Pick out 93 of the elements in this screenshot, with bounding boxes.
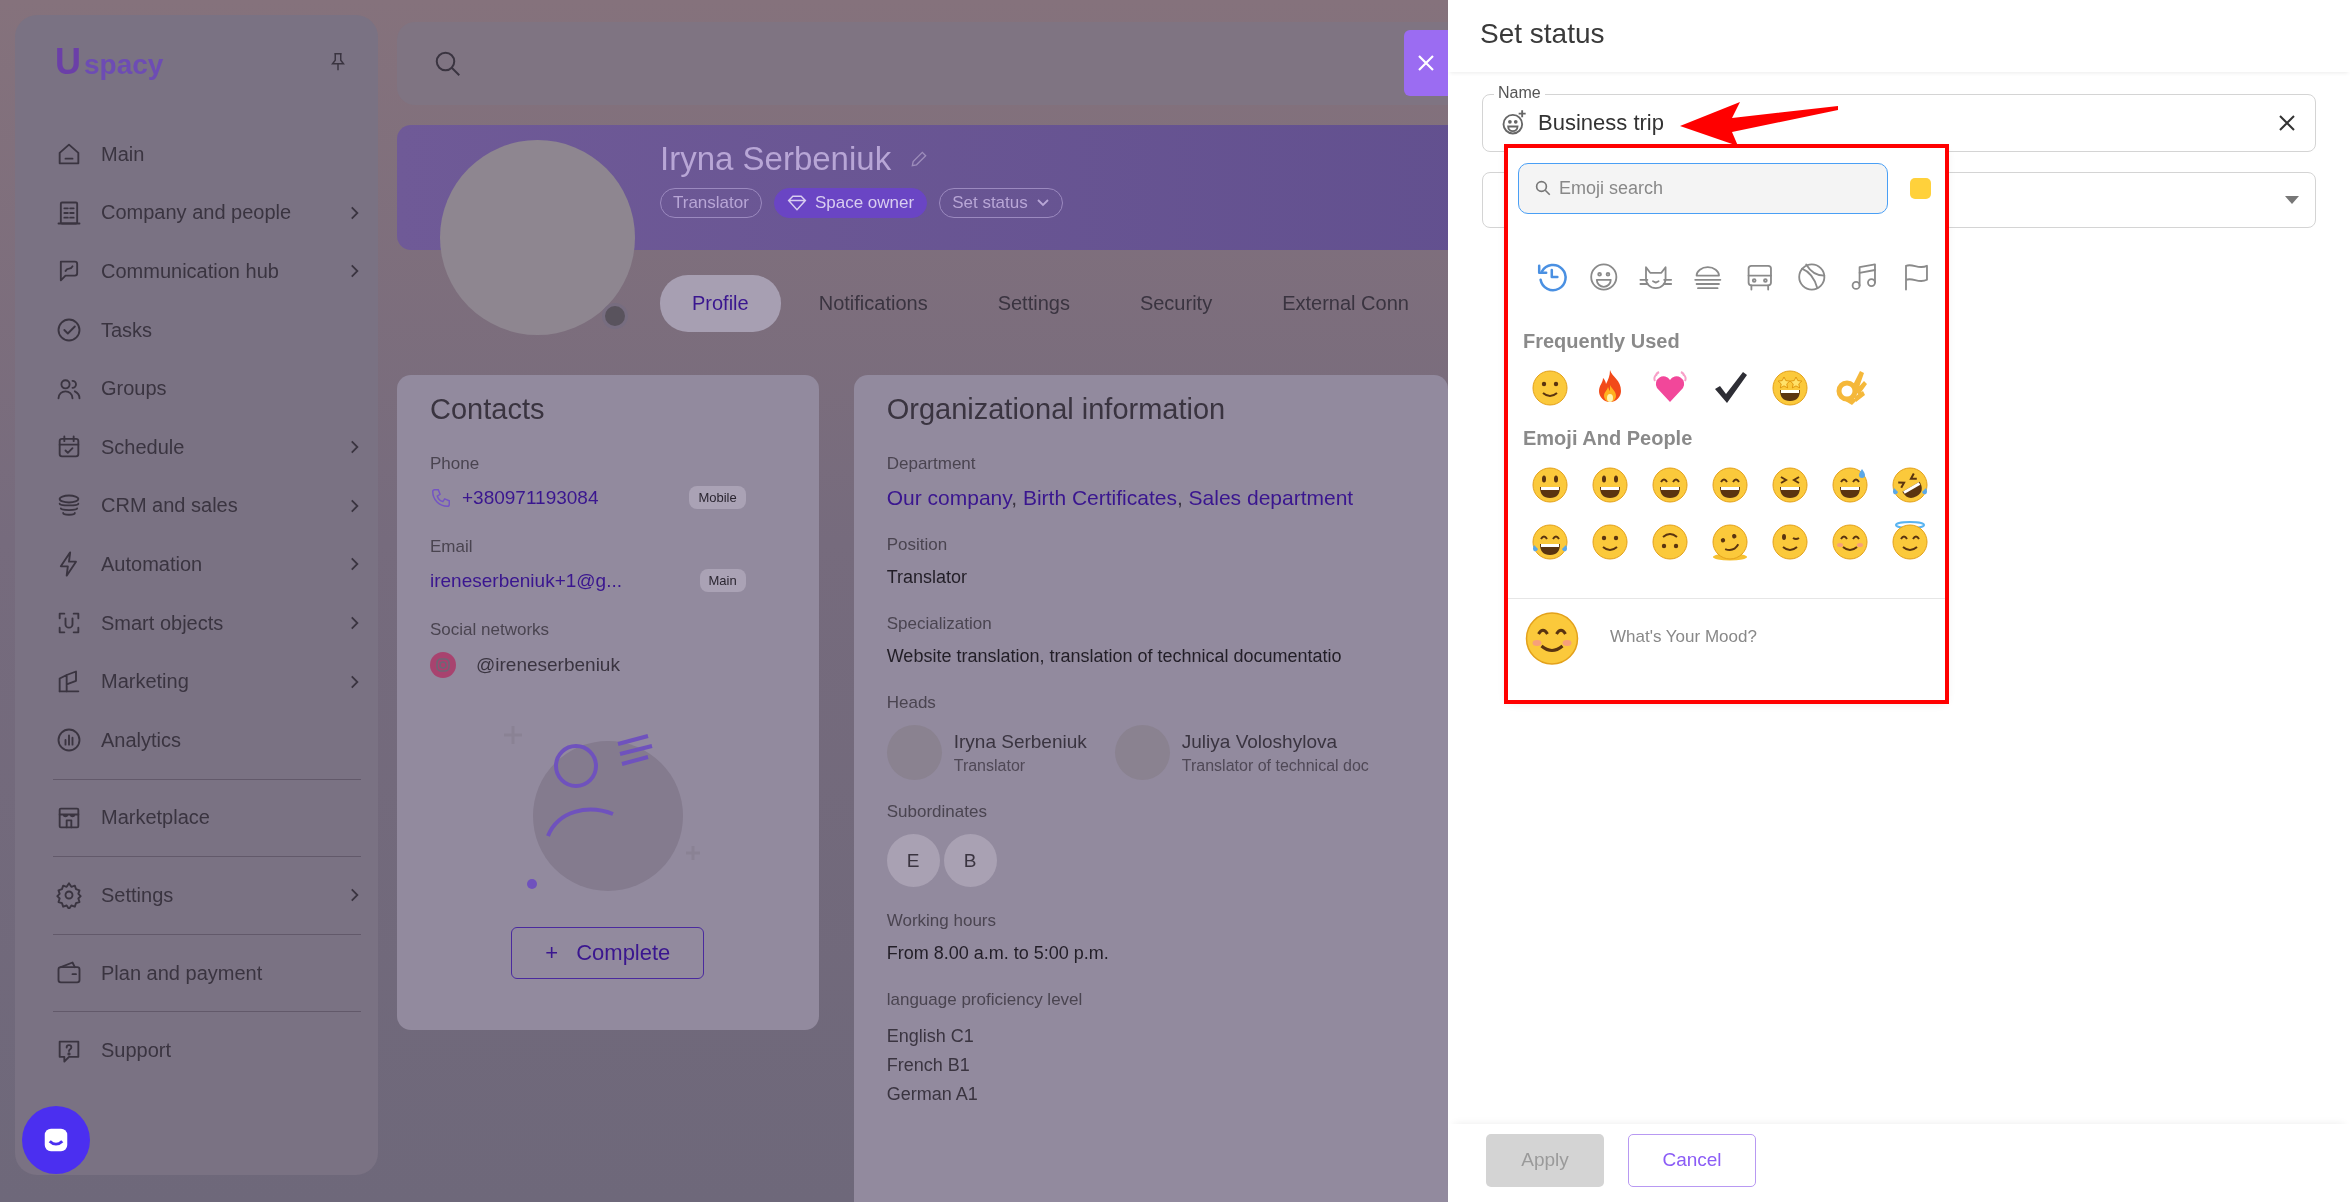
mood-prompt: What's Your Mood?: [1610, 627, 1757, 647]
social-handle: @ireneserbeniuk: [476, 654, 620, 676]
emoji-icon[interactable]: [1830, 521, 1870, 561]
emoji-icon[interactable]: [1530, 521, 1570, 561]
initials-avatar[interactable]: B: [943, 834, 997, 887]
profile-name: Iryna Serbeniuk: [660, 140, 892, 178]
sidebar-item[interactable]: CRM and sales: [35, 476, 361, 536]
field-label: Phone: [430, 454, 481, 474]
contact-type-tag: Main: [699, 569, 746, 592]
emoji-icon[interactable]: [1590, 464, 1630, 504]
sidebar-item[interactable]: Analytics: [35, 710, 361, 770]
head-name[interactable]: Juliya Voloshylova: [1181, 730, 1369, 753]
search-icon: [1534, 179, 1552, 197]
email-link[interactable]: ireneserbeniuk+1@g...: [430, 569, 622, 592]
sidebar-item[interactable]: Marketplace: [35, 788, 361, 848]
head-role: Translator of technical doc: [1181, 756, 1369, 775]
language-item: English C1: [886, 1025, 975, 1048]
profile-tab[interactable]: Profile: [660, 275, 781, 332]
emoji-icon[interactable]: [1710, 521, 1750, 561]
initials-avatar[interactable]: E: [886, 834, 940, 887]
phone-link[interactable]: +380971193084: [462, 486, 599, 509]
field-label: Heads: [886, 693, 937, 713]
skin-tone-swatch[interactable]: [1910, 178, 1931, 199]
sidebar-item[interactable]: Automation: [35, 535, 361, 594]
sidebar-item[interactable]: Schedule: [35, 417, 361, 477]
phone-icon: [430, 486, 452, 509]
diamond-icon: [786, 194, 807, 212]
emoji-search-field[interactable]: Emoji search: [1518, 163, 1888, 214]
clear-icon[interactable]: [2278, 114, 2296, 132]
field-label: Specialization: [886, 614, 993, 634]
profile-tab[interactable]: Settings: [965, 275, 1102, 332]
caret-down-icon: [2285, 196, 2299, 204]
field-value: Translator: [886, 567, 969, 588]
department-link[interactable]: Our company: [886, 486, 1012, 509]
profile-tab[interactable]: External Conn: [1250, 275, 1441, 332]
head-role: Translator: [953, 756, 1027, 775]
emoji-icon[interactable]: [1530, 464, 1570, 504]
field-value: Website translation, translation of technical documentatio: [886, 646, 1343, 667]
emoji-icon[interactable]: [1770, 464, 1810, 504]
card-title: Contacts: [430, 393, 546, 426]
card-title: Organizational information: [886, 393, 1227, 426]
sidebar-item[interactable]: Marketing: [35, 652, 361, 711]
sidebar-item[interactable]: Tasks: [35, 300, 361, 360]
sidebar-item[interactable]: Smart objects: [35, 593, 361, 653]
add-emoji-icon[interactable]: [1500, 109, 1528, 137]
status-name-field[interactable]: Name Business trip: [1482, 83, 2316, 152]
emoji-section-title: Frequently Used: [1523, 330, 1681, 353]
field-label: Email: [430, 537, 474, 557]
profile-tab[interactable]: Security: [1107, 275, 1245, 332]
contact-type-tag: Mobile: [689, 486, 746, 509]
field-label: Social networks: [430, 620, 551, 640]
cancel-button[interactable]: Cancel: [1628, 1133, 1756, 1187]
field-label: Working hours: [886, 911, 997, 931]
emoji-icon[interactable]: [1830, 464, 1870, 504]
emoji-icon[interactable]: [1590, 521, 1630, 561]
department-link[interactable]: Sales department: [1188, 486, 1354, 509]
emoji-icon[interactable]: [1710, 464, 1750, 504]
separator-text: ,: [1176, 486, 1184, 509]
sidebar-item[interactable]: Communication hub: [35, 242, 361, 301]
caret-down-icon: [1035, 198, 1050, 208]
sidebar-item[interactable]: Support: [35, 1021, 361, 1080]
menu-item-icon: [55, 881, 83, 910]
close-button[interactable]: [1404, 30, 1448, 96]
sidebar-item[interactable]: Settings: [35, 866, 361, 925]
sidebar-item[interactable]: Plan and payment: [35, 943, 361, 1003]
emoji-icon[interactable]: [1530, 367, 1570, 407]
language-item: German A1: [886, 1083, 979, 1106]
sidebar-item[interactable]: Main: [35, 125, 361, 184]
sidebar-item[interactable]: Company and people: [35, 183, 361, 243]
emoji-icon[interactable]: [1890, 464, 1930, 504]
field-value: From 8.00 a.m. to 5:00 p.m.: [886, 943, 1110, 964]
department-link[interactable]: Birth Certificates: [1022, 486, 1177, 509]
emoji-icon[interactable]: [1770, 367, 1810, 407]
field-value: Business trip: [1538, 110, 1665, 136]
separator-text: ,: [1011, 486, 1019, 509]
emoji-icon[interactable]: [1650, 464, 1690, 504]
field-label: Subordinates: [886, 802, 988, 822]
owner-badge: Space owner: [773, 188, 928, 218]
emoji-icon[interactable]: [1890, 521, 1930, 561]
sidebar-item[interactable]: Groups: [35, 359, 361, 418]
field-label: Department: [886, 454, 977, 474]
presence-dot: [602, 303, 628, 329]
field-label: language proficiency level: [886, 990, 1084, 1010]
emoji-icon[interactable]: [1770, 521, 1810, 561]
emoji-icon[interactable]: [1650, 521, 1690, 561]
head-name[interactable]: Iryna Serbeniuk: [953, 730, 1087, 753]
drawer-title: Set status: [1448, 0, 2350, 72]
emoji-section-title: Emoji And People: [1523, 427, 1694, 450]
complete-button[interactable]: + Complete: [511, 927, 705, 979]
close-icon: [1417, 54, 1435, 72]
field-label: Position: [886, 535, 949, 555]
language-item: French B1: [886, 1054, 971, 1077]
profile-tab[interactable]: Notifications: [786, 275, 960, 332]
